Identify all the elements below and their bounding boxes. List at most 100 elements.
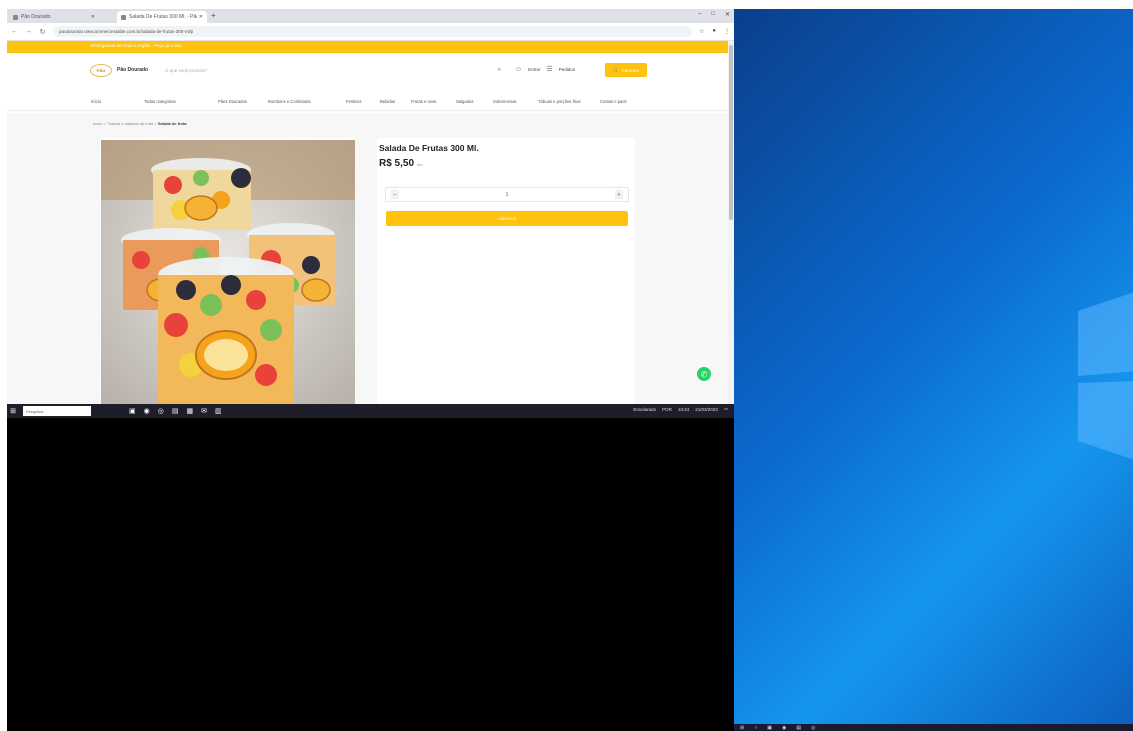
menu-item-bombons[interactable]: Bombons e Confeitaria	[268, 99, 311, 104]
close-icon[interactable]: ✕	[91, 14, 95, 20]
task-view-icon[interactable]: ▣	[129, 407, 136, 415]
menu-item-tabuas[interactable]: Tábuas e porções frias	[538, 99, 581, 104]
fruit-salad-image	[101, 140, 355, 404]
toolbar: ← → ↻ paodourado.vtexcommercestable.com.…	[7, 23, 734, 41]
url-text: paodourado.vtexcommercestable.com.br/sal…	[59, 29, 194, 34]
clock-date[interactable]: 21/03/2023	[695, 407, 718, 412]
taskbar-search-placeholder: Pesquisar	[26, 408, 44, 414]
app-icon[interactable]: ▥	[215, 407, 222, 415]
minimize-icon[interactable]: –	[698, 11, 701, 18]
site-logo[interactable]: PÃO	[90, 64, 112, 77]
menu-item-bebidas[interactable]: Bebidas	[380, 99, 395, 104]
notification-icon[interactable]: ▭	[724, 406, 728, 412]
increase-quantity-button[interactable]: +	[615, 190, 623, 199]
address-bar[interactable]: paodourado.vtexcommercestable.com.br/sal…	[53, 26, 692, 37]
menu-item-salgados[interactable]: Salgados	[456, 99, 473, 104]
star-icon[interactable]: ☆	[699, 28, 704, 35]
add-to-cart-button[interactable]: Adicionar	[386, 211, 628, 226]
tab-label: Pão Dourado	[21, 14, 51, 20]
chrome-icon[interactable]: ◎	[811, 725, 815, 731]
price-unit: /un	[417, 162, 423, 167]
windows-logo-graphic	[1078, 292, 1133, 460]
promo-text: Entregamos em toda a região · Peça já o …	[91, 43, 182, 48]
screen: Pão Dourado ✕ Salada De Frutas 300 Ml. -…	[0, 0, 1133, 731]
add-to-cart-label: Adicionar	[497, 216, 517, 221]
forward-icon[interactable]: →	[25, 28, 32, 35]
taskbar-search[interactable]: Pesquisar	[23, 406, 91, 416]
search-placeholder: O que você procura?	[165, 67, 208, 73]
category-menu: Início Todas categorias Pães Dourados Bo…	[7, 95, 734, 111]
breadcrumb-current: Salada de fruta	[157, 121, 187, 126]
product-info-card	[377, 138, 635, 404]
search-icon[interactable]: ⌕	[498, 67, 501, 74]
maximize-icon[interactable]: □	[711, 11, 715, 18]
menu-icon[interactable]: ⋮	[724, 28, 730, 35]
login-link[interactable]: Entrar	[528, 67, 540, 72]
chrome-window: Pão Dourado ✕ Salada De Frutas 300 Ml. -…	[7, 9, 734, 404]
blank-screen-area	[7, 418, 734, 731]
menu-item-inicio[interactable]: Início	[91, 99, 101, 104]
store-icon[interactable]: ▦	[186, 407, 193, 415]
menu-item-frutas[interactable]: Frutas e ovos	[411, 99, 436, 104]
taskbar-apps: ▣ ◉ ◎ ▤ ▦ ✉ ▥	[129, 407, 222, 415]
breadcrumb-path[interactable]: Início > Tábuas e saladas de fruta >	[93, 121, 158, 126]
menu-item-todas-categorias[interactable]: Todas categorias	[144, 99, 176, 104]
search-input[interactable]: O que você procura? ⌕	[159, 64, 507, 76]
folder-icon[interactable]: ▤	[796, 725, 801, 731]
breadcrumb: Início > Tábuas e saladas de fruta > Sal…	[93, 121, 187, 126]
chrome-icon[interactable]: ◎	[158, 407, 164, 415]
system-tray: Ensolarado POR 10:24 21/03/2023 ▭	[633, 406, 728, 412]
taskbar: ⊞ Pesquisar ▣ ◉ ◎ ▤ ▦ ✉ ▥ Ensolarado POR…	[7, 404, 734, 418]
reload-icon[interactable]: ↻	[39, 28, 46, 36]
brand-name[interactable]: Pão Dourado	[117, 67, 148, 73]
menu-item-paes[interactable]: Pães Dourados	[218, 99, 247, 104]
product-title: Salada De Frutas 300 Ml.	[379, 143, 479, 153]
user-icon: ☺	[515, 65, 523, 73]
product-price: R$ 5,50/un	[379, 158, 423, 169]
weather-text[interactable]: Ensolarado	[633, 407, 656, 412]
orders-icon: ☰	[546, 66, 553, 73]
close-icon[interactable]: ✕	[199, 14, 203, 20]
task-view-icon[interactable]: ▣	[767, 725, 772, 731]
whatsapp-icon[interactable]: ✆	[697, 367, 711, 381]
clock-time[interactable]: 10:24	[678, 407, 689, 412]
edge-icon[interactable]: ◉	[782, 725, 786, 731]
tab-bar: Pão Dourado ✕ Salada De Frutas 300 Ml. -…	[7, 9, 734, 23]
search-icon[interactable]: ○	[754, 725, 757, 731]
tab-product[interactable]: Salada De Frutas 300 Ml. - Pão ✕	[117, 11, 207, 23]
quantity-stepper: – 1 +	[385, 187, 629, 202]
desktop-taskbar: ⊞ ○ ▣ ◉ ▤ ◎	[734, 724, 1133, 731]
promo-bar: Entregamos em toda a região · Peça já o …	[7, 41, 734, 53]
cart-button[interactable]: 🛒 Carrinho	[605, 63, 647, 77]
quantity-value[interactable]: 1	[506, 192, 509, 198]
windows-start-icon[interactable]: ⊞	[7, 407, 19, 415]
product-photo[interactable]	[101, 140, 355, 404]
new-tab-button[interactable]: +	[211, 12, 216, 20]
price-value: R$ 5,50	[379, 158, 415, 169]
menu-item-festivos[interactable]: Festivos	[346, 99, 362, 104]
cart-label: Carrinho	[621, 67, 639, 73]
favicon-icon	[13, 14, 18, 20]
toolbar-icons: ☆ ● ⋮	[699, 28, 730, 35]
account-links: ☺ Entrar ☰ Pedidos	[515, 65, 575, 74]
close-window-icon[interactable]: ✕	[725, 11, 730, 18]
folder-icon[interactable]: ▤	[172, 407, 179, 415]
tab-label: Salada De Frutas 300 Ml. - Pão	[129, 14, 197, 20]
menu-item-sobremesas[interactable]: Sobremesas	[493, 99, 517, 104]
profile-icon[interactable]: ●	[712, 28, 716, 35]
desktop-wallpaper	[734, 9, 1133, 724]
menu-item-cestas[interactable]: Cestas e pack	[600, 99, 627, 104]
cart-icon: 🛒	[613, 67, 619, 72]
back-icon[interactable]: ←	[11, 28, 18, 35]
scrollbar-thumb[interactable]	[729, 45, 733, 220]
window-controls: – □ ✕	[698, 11, 730, 18]
tab-pao-dourado[interactable]: Pão Dourado ✕	[9, 11, 99, 23]
favicon-icon	[121, 14, 126, 20]
edge-icon[interactable]: ◉	[144, 407, 150, 415]
site-header: PÃO Pão Dourado O que você procura? ⌕ ☺ …	[7, 53, 734, 95]
orders-link[interactable]: Pedidos	[559, 67, 575, 72]
decrease-quantity-button[interactable]: –	[391, 190, 399, 199]
start-icon[interactable]: ⊞	[740, 725, 744, 731]
language-text[interactable]: POR	[662, 407, 672, 412]
mail-icon[interactable]: ✉	[201, 407, 207, 415]
